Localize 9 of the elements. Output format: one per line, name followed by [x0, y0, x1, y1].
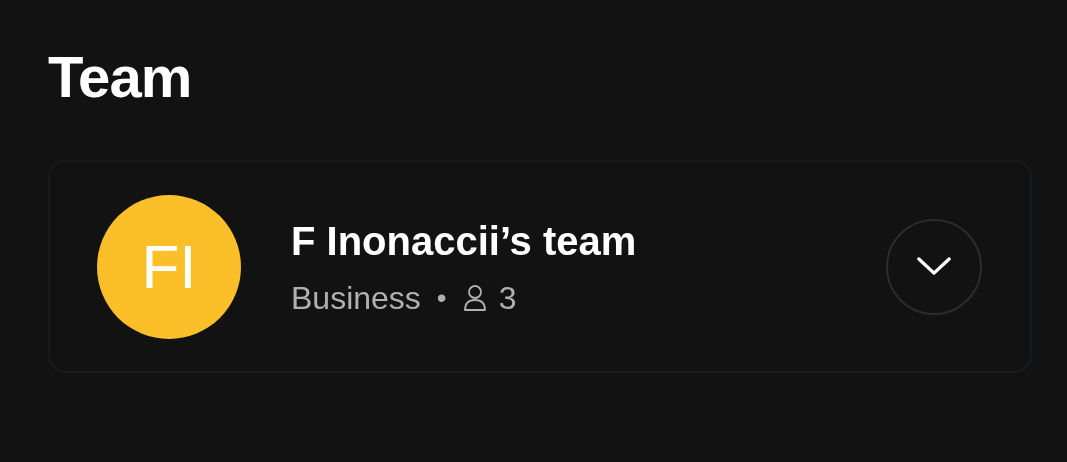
chevron-down-icon — [917, 257, 951, 276]
member-count: 3 — [498, 278, 517, 317]
expand-button[interactable] — [886, 218, 982, 315]
separator-dot: • — [436, 280, 447, 315]
plan-label: Business — [291, 278, 421, 317]
team-name: F Inonaccii’s team — [291, 217, 638, 265]
person-icon — [462, 283, 487, 312]
page-title: Team — [48, 43, 193, 111]
avatar: FI — [97, 194, 241, 339]
